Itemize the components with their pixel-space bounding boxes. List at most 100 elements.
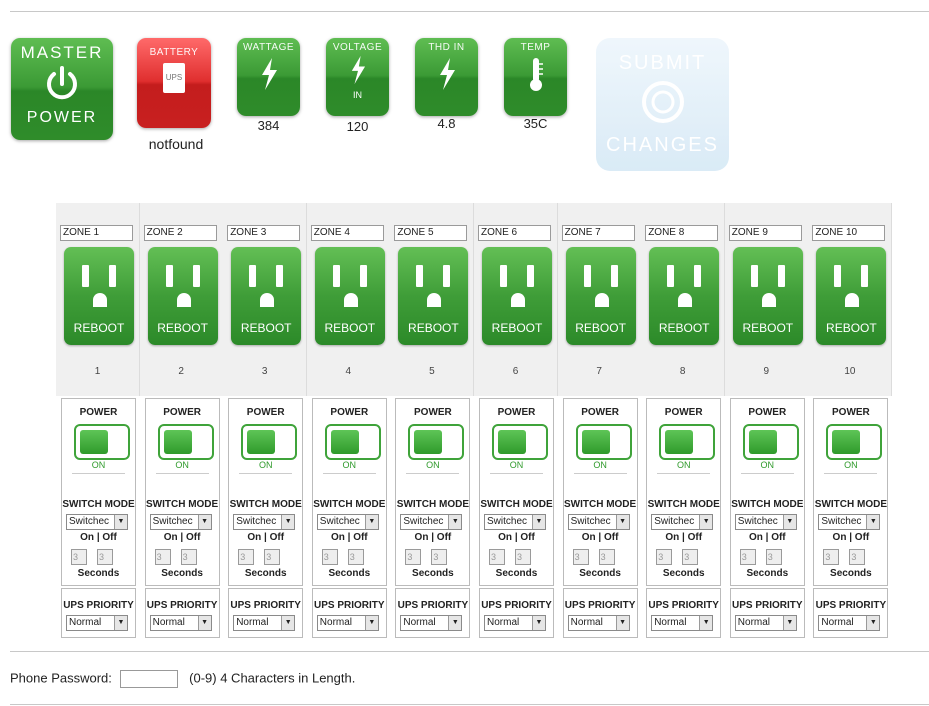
zone-name-input[interactable]: ZONE 10 <box>812 225 886 241</box>
voltage-button[interactable]: VOLTAGE IN <box>326 38 389 116</box>
toggle-on-label: ON <box>844 460 858 470</box>
toggle-on-label: ON <box>342 460 357 470</box>
zone-name-input[interactable]: ZONE 1 <box>60 225 133 241</box>
ups-priority-label: UPS PRIORITY <box>564 600 636 611</box>
ups-priority-select[interactable]: Normal ▼ <box>484 615 546 631</box>
on-seconds-input[interactable]: 3 <box>489 549 505 565</box>
reboot-label: REBOOT <box>324 321 376 335</box>
on-seconds-input[interactable]: 3 <box>238 549 255 565</box>
off-seconds-input[interactable]: 3 <box>515 549 531 565</box>
zone-name-input[interactable]: ZONE 7 <box>561 225 635 241</box>
reboot-label: REBOOT <box>157 321 208 335</box>
off-seconds-input[interactable]: 3 <box>682 549 699 565</box>
reboot-outlet-button[interactable]: REBOOT <box>314 247 385 345</box>
off-seconds-input[interactable]: 3 <box>347 549 364 565</box>
power-toggle[interactable] <box>659 424 716 460</box>
submit-changes-button[interactable]: SUBMIT CHANGES <box>596 38 729 171</box>
on-seconds-input[interactable]: 3 <box>321 549 338 565</box>
on-seconds-input[interactable]: 3 <box>656 549 673 565</box>
thd-button[interactable]: THD IN <box>415 38 478 116</box>
master-power-button[interactable]: MASTER POWER <box>11 38 113 140</box>
temp-button[interactable]: TEMP <box>504 38 567 116</box>
off-seconds-input[interactable]: 3 <box>431 549 448 565</box>
chevron-down-icon: ▼ <box>114 616 127 630</box>
power-toggle[interactable] <box>575 424 632 460</box>
power-toggle[interactable] <box>324 424 381 460</box>
on-seconds-input[interactable]: 3 <box>154 549 171 565</box>
wattage-button[interactable]: WATTAGE <box>237 38 300 116</box>
ups-priority-select[interactable]: Normal ▼ <box>233 615 296 631</box>
ups-priority-select[interactable]: Normal ▼ <box>818 615 881 631</box>
switch-mode-select[interactable]: Switchec ▼ <box>734 514 797 530</box>
power-label: POWER <box>581 407 619 418</box>
reboot-outlet-button[interactable]: REBOOT <box>482 247 552 345</box>
power-toggle[interactable] <box>826 424 883 460</box>
switch-mode-select[interactable]: Switchec ▼ <box>651 514 714 530</box>
zone-name-input[interactable]: ZONE 9 <box>728 225 802 241</box>
toggle-knob <box>414 430 443 454</box>
wattage-value: 384 <box>257 118 280 133</box>
switch-mode-select[interactable]: Switchec ▼ <box>484 514 546 530</box>
phone-password-input[interactable] <box>119 670 178 688</box>
ups-priority-select[interactable]: Normal ▼ <box>66 615 128 631</box>
power-toggle[interactable] <box>157 424 214 460</box>
reboot-outlet-button[interactable]: REBOOT <box>147 247 218 345</box>
toggle-knob <box>665 430 694 454</box>
chevron-down-icon: ▼ <box>364 515 378 529</box>
seconds-label: Seconds <box>830 568 872 579</box>
reboot-outlet-button[interactable]: REBOOT <box>231 247 302 345</box>
on-off-label: On | Off <box>330 532 368 543</box>
power-toggle[interactable] <box>492 424 548 460</box>
power-toggle[interactable] <box>742 424 799 460</box>
on-seconds-input[interactable]: 3 <box>823 549 840 565</box>
switch-mode-select[interactable]: Switchec ▼ <box>316 514 379 530</box>
power-toggle[interactable] <box>241 424 298 460</box>
power-toggle[interactable] <box>74 424 130 460</box>
switch-mode-select[interactable]: Switchec ▼ <box>66 514 128 530</box>
off-seconds-input[interactable]: 3 <box>97 549 113 565</box>
off-seconds-input[interactable]: 3 <box>849 549 866 565</box>
switch-mode-label: SWITCH MODE <box>396 499 469 510</box>
ups-priority-select[interactable]: Normal ▼ <box>734 615 797 631</box>
on-seconds-input[interactable]: 3 <box>572 549 589 565</box>
zone-name-input[interactable]: ZONE 6 <box>478 225 551 241</box>
off-seconds-input[interactable]: 3 <box>264 549 281 565</box>
reboot-outlet-button[interactable]: REBOOT <box>398 247 469 345</box>
ups-priority-select[interactable]: Normal ▼ <box>567 615 630 631</box>
ups-priority-select[interactable]: Normal ▼ <box>651 615 714 631</box>
switch-mode-select[interactable]: Switchec ▼ <box>567 514 630 530</box>
switch-mode-select[interactable]: Switchec ▼ <box>233 514 296 530</box>
on-seconds-input[interactable]: 3 <box>739 549 756 565</box>
switch-mode-select[interactable]: Switchec ▼ <box>400 514 463 530</box>
power-toggle[interactable] <box>408 424 465 460</box>
ups-priority-value: Normal <box>152 617 185 628</box>
ups-priority-select[interactable]: Normal ▼ <box>316 615 379 631</box>
zone-name-input[interactable]: ZONE 8 <box>645 225 719 241</box>
temp-value: 35C <box>523 116 548 131</box>
zone-name-input[interactable]: ZONE 2 <box>143 225 217 241</box>
on-seconds-input[interactable]: 3 <box>71 549 87 565</box>
off-seconds-input[interactable]: 3 <box>180 549 197 565</box>
reboot-outlet-button[interactable]: REBOOT <box>649 247 720 345</box>
off-seconds-input[interactable]: 3 <box>765 549 782 565</box>
reboot-outlet-button[interactable]: REBOOT <box>64 247 134 345</box>
battery-button[interactable]: BATTERY UPS <box>137 38 211 128</box>
ups-priority-select[interactable]: Normal ▼ <box>149 615 212 631</box>
switch-mode-select[interactable]: Switchec ▼ <box>149 514 212 530</box>
ups-priority-select[interactable]: Normal ▼ <box>400 615 463 631</box>
submit-label: SUBMIT <box>618 52 707 74</box>
reboot-outlet-button[interactable]: REBOOT <box>732 247 803 345</box>
off-seconds-input[interactable]: 3 <box>598 549 615 565</box>
chevron-down-icon: ▼ <box>197 515 211 529</box>
seconds-label: Seconds <box>746 568 789 579</box>
zone-name-input[interactable]: ZONE 3 <box>227 225 301 241</box>
switch-mode-select[interactable]: Switchec ▼ <box>818 514 881 530</box>
zone-name-input[interactable]: ZONE 4 <box>310 225 384 241</box>
power-label: POWER <box>79 407 118 418</box>
reboot-outlet-button[interactable]: REBOOT <box>816 247 887 345</box>
power-label: POWER <box>26 109 98 126</box>
toggle-knob <box>247 430 276 454</box>
on-seconds-input[interactable]: 3 <box>405 549 422 565</box>
zone-name-input[interactable]: ZONE 5 <box>394 225 468 241</box>
reboot-outlet-button[interactable]: REBOOT <box>565 247 636 345</box>
